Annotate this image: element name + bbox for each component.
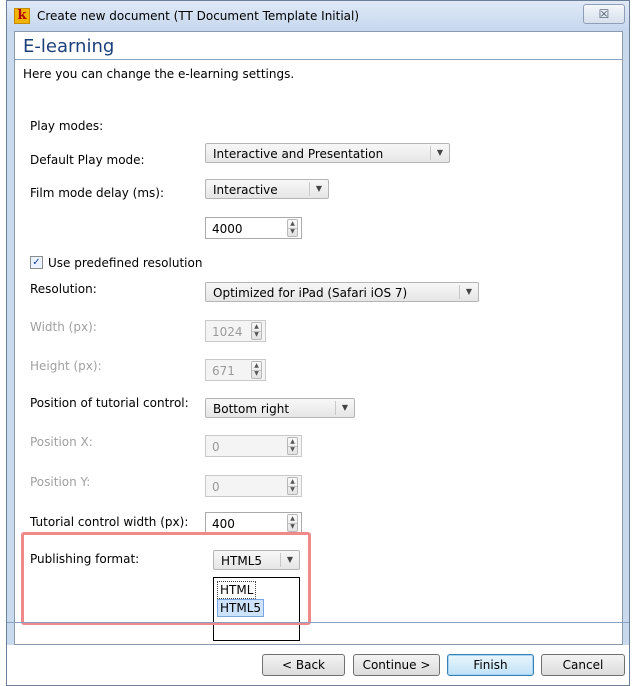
play-modes-select[interactable]: Interactive and Presentation ▼ — [205, 143, 450, 163]
chevron-down-icon: ▼ — [309, 182, 328, 196]
cancel-button[interactable]: Cancel — [541, 654, 625, 676]
film-mode-delay-spinner[interactable]: 4000 ▲ ▼ — [205, 217, 302, 239]
tutorial-control-width-spinner[interactable]: 400 ▲ ▼ — [205, 512, 302, 534]
spinner-buttons: ▲ ▼ — [251, 322, 262, 340]
default-play-mode-value: Interactive — [213, 183, 278, 197]
position-x-value: 0 — [212, 440, 220, 454]
width-spinner: 1024 ▲ ▼ — [205, 320, 266, 342]
position-y-value: 0 — [212, 480, 220, 494]
option-html[interactable]: HTML — [217, 581, 257, 599]
button-bar: < Back Continue > Finish Cancel — [7, 645, 629, 685]
film-mode-delay-label: Film mode delay (ms): — [30, 186, 164, 200]
page-header: E-learning Here you can change the e-lea… — [15, 32, 622, 84]
height-label: Height (px): — [30, 359, 102, 373]
position-x-spinner: 0 ▲ ▼ — [205, 435, 302, 457]
tutorial-control-position-select[interactable]: Bottom right ▼ — [205, 398, 355, 418]
spinner-buttons: ▲ ▼ — [287, 477, 298, 495]
width-value: 1024 — [212, 325, 243, 339]
publishing-format-label: Publishing format: — [30, 552, 140, 566]
play-modes-value: Interactive and Presentation — [213, 147, 384, 161]
continue-button[interactable]: Continue > — [353, 654, 440, 676]
title-bar[interactable]: k Create new document (TT Document Templ… — [7, 1, 629, 31]
position-y-spinner: 0 ▲ ▼ — [205, 475, 302, 497]
footer-divider — [7, 622, 629, 623]
default-play-mode-label: Default Play mode: — [30, 153, 145, 167]
spin-down-icon: ▼ — [290, 446, 295, 453]
spin-down-icon: ▼ — [254, 331, 259, 338]
page-title: E-learning — [23, 36, 115, 57]
film-mode-delay-value: 4000 — [212, 222, 243, 236]
position-x-label: Position X: — [30, 435, 93, 449]
tutorial-control-width-label: Tutorial control width (px): — [30, 515, 189, 529]
position-y-label: Position Y: — [30, 475, 91, 489]
spin-down-icon[interactable]: ▼ — [288, 228, 297, 236]
resolution-select[interactable]: Optimized for iPad (Safari iOS 7) ▼ — [205, 282, 479, 302]
chevron-down-icon: ▼ — [280, 553, 299, 567]
chevron-down-icon: ▼ — [335, 401, 354, 415]
publishing-format-select[interactable]: HTML5 ▼ — [213, 550, 300, 570]
width-label: Width (px): — [30, 320, 97, 334]
height-value: 671 — [212, 364, 235, 378]
spinner-buttons[interactable]: ▲ ▼ — [287, 514, 298, 532]
spin-down-icon: ▼ — [254, 370, 259, 377]
back-button[interactable]: < Back — [262, 654, 345, 676]
header-divider — [15, 59, 622, 60]
resolution-label: Resolution: — [30, 282, 97, 296]
finish-button[interactable]: Finish — [447, 654, 534, 676]
tutorial-control-position-value: Bottom right — [213, 402, 290, 416]
window-title: Create new document (TT Document Templat… — [37, 9, 360, 23]
spinner-buttons: ▲ ▼ — [251, 361, 262, 379]
dialog-content: E-learning Here you can change the e-lea… — [14, 31, 623, 645]
spin-down-icon[interactable]: ▼ — [288, 523, 297, 531]
tutorial-control-position-label: Position of tutorial control: — [30, 396, 189, 410]
tutorial-control-width-value: 400 — [212, 517, 235, 531]
chevron-down-icon: ▼ — [430, 146, 449, 160]
option-html5[interactable]: HTML5 — [217, 599, 265, 617]
resolution-value: Optimized for iPad (Safari iOS 7) — [213, 286, 408, 300]
spinner-buttons[interactable]: ▲ ▼ — [287, 219, 298, 237]
publishing-format-options: HTML HTML5 — [213, 577, 300, 641]
default-play-mode-select[interactable]: Interactive ▼ — [205, 179, 329, 199]
spin-down-icon: ▼ — [290, 486, 295, 493]
chevron-down-icon: ▼ — [459, 285, 478, 299]
height-spinner: 671 ▲ ▼ — [205, 359, 266, 381]
app-logo-icon: k — [14, 8, 30, 24]
use-predefined-resolution-checkbox[interactable]: ✓ — [30, 256, 43, 269]
page-subtitle: Here you can change the e-learning setti… — [23, 67, 295, 81]
spinner-buttons: ▲ ▼ — [287, 437, 298, 455]
play-modes-label: Play modes: — [30, 119, 104, 133]
dialog-window: k Create new document (TT Document Templ… — [6, 0, 630, 686]
use-predefined-resolution-label: Use predefined resolution — [48, 256, 203, 270]
publishing-format-value: HTML5 — [221, 554, 263, 568]
close-button[interactable]: ☒ — [583, 4, 625, 24]
